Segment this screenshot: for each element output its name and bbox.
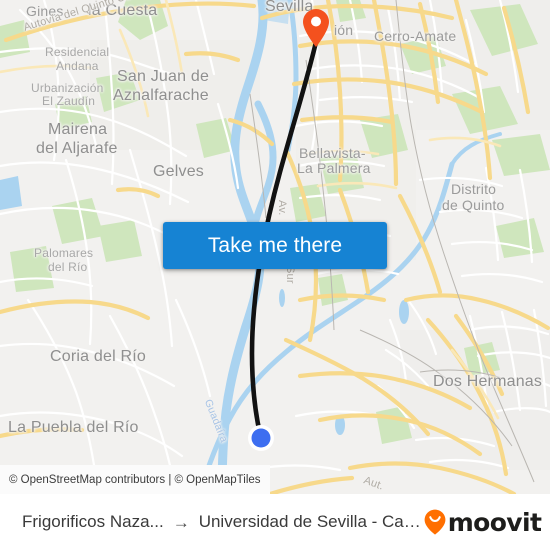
- trip-origin-label[interactable]: Frigorificos Naza...: [22, 512, 164, 532]
- moovit-logo[interactable]: moovit: [424, 508, 542, 537]
- arrow-right-icon: →: [172, 512, 190, 532]
- trip-destination-label[interactable]: Universidad de Sevilla - Campu...: [199, 512, 424, 532]
- moovit-wordmark: moovit: [447, 507, 542, 537]
- moovit-pin-icon: [424, 509, 446, 535]
- take-me-there-button[interactable]: Take me there: [163, 222, 387, 269]
- map-attribution-text: © OpenStreetMap contributors | © OpenMap…: [9, 473, 261, 486]
- destination-pin-icon[interactable]: [302, 8, 330, 48]
- trip-summary-bar: Frigorificos Naza... → Universidad de Se…: [0, 494, 550, 550]
- map-canvas[interactable]: Gines la Cuesta Sevilla Cerro-Amate ión …: [0, 0, 550, 494]
- map-attribution[interactable]: © OpenStreetMap contributors | © OpenMap…: [0, 465, 270, 494]
- origin-dot-icon[interactable]: [247, 424, 275, 452]
- moovit-map-screen: Gines la Cuesta Sevilla Cerro-Amate ión …: [0, 0, 550, 550]
